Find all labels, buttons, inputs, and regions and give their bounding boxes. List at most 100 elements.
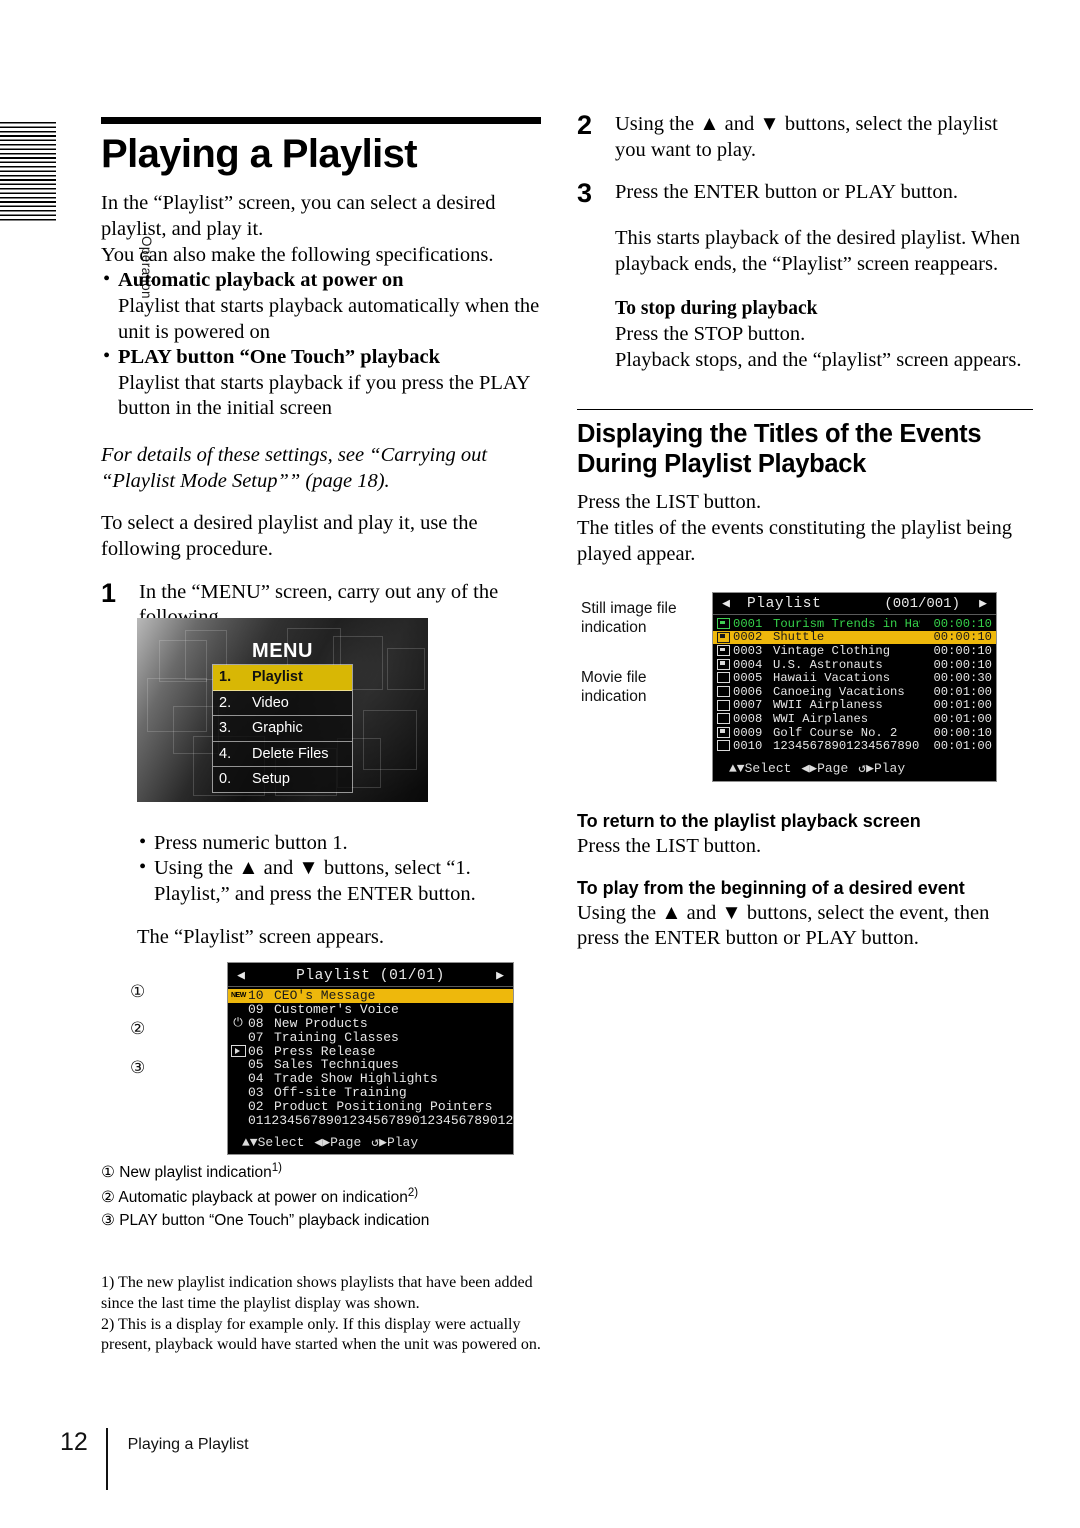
still-image-icon	[713, 617, 733, 631]
event-row[interactable]: 0009 Golf Course No. 2 00:00:10	[713, 726, 996, 740]
event-row-duration: 00:01:00	[933, 739, 992, 754]
prev-page-icon[interactable]: ◀	[713, 596, 739, 611]
playlist-row[interactable]: ⏻ 08 New Products	[228, 1016, 513, 1031]
event-row[interactable]: 0008 WWI Airplanes 00:01:00	[713, 712, 996, 726]
playlist-row-name: 123456789012345678901234567890123456	[263, 1112, 514, 1128]
page-footer: 12 Playing a Playlist	[60, 1428, 560, 1490]
menu-screen-figure: MENU 1. Playlist 2. Video 3. Graphic 4. …	[137, 618, 428, 802]
still-glyph	[716, 645, 730, 657]
footer-divider	[106, 1428, 108, 1490]
event-row[interactable]: 0004 U.S. Astronauts 00:00:10	[713, 658, 996, 672]
legend-item: ② Automatic playback at power on indicat…	[101, 1185, 541, 1210]
playlist-screen-title: Playlist (01/01)	[296, 967, 445, 984]
menu-item-setup[interactable]: 0. Setup	[213, 767, 352, 792]
legend-marker: ①	[101, 1164, 115, 1182]
intro-paragraph-2: You can also make the following specific…	[101, 243, 494, 266]
menu-item-playlist[interactable]: 1. Playlist	[213, 665, 352, 691]
event-row-duration: 00:01:00	[933, 698, 992, 713]
playlist-row[interactable]: 02 Product Positioning Pointers	[228, 1099, 513, 1114]
event-row-name: Canoeing Vacations	[773, 684, 905, 699]
event-row-number: 0001	[733, 616, 763, 631]
movie-file-icon	[713, 712, 733, 726]
footer-section-label: Playing a Playlist	[127, 1436, 249, 1453]
stop-text-2: Playback stops, and the “playlist” scree…	[615, 348, 1022, 371]
next-page-icon[interactable]: ▶	[970, 596, 996, 611]
event-row-duration: 00:00:30	[933, 671, 992, 686]
event-row[interactable]: 0007 WWII Airplaness 00:01:00	[713, 698, 996, 713]
still-image-icon	[713, 726, 733, 740]
power-on-playback-icon: ⏻	[233, 1016, 243, 1031]
legend-text: PLAY button “One Touch” playback indicat…	[119, 1211, 430, 1229]
menu-item-number: 0.	[219, 771, 232, 788]
event-row-list: 0001 Tourism Trends in Hawaii 00:00:10 0…	[713, 615, 996, 753]
step-3-result-text: This starts playback of the desired play…	[615, 227, 1020, 275]
playlist-row-number: 07	[248, 1029, 264, 1045]
event-row-number: 0004	[733, 657, 763, 672]
menu-item-graphic[interactable]: 3. Graphic	[213, 716, 352, 742]
still-glyph	[716, 658, 730, 670]
page-hint-label: Page	[330, 1135, 362, 1150]
movie-glyph	[716, 686, 730, 698]
return-text: Press the LIST button.	[577, 834, 762, 857]
step-1-result-text: The “Playlist” screen appears.	[137, 925, 385, 948]
menu-item-delete-files[interactable]: 4. Delete Files	[213, 741, 352, 767]
menu-item-number: 1.	[219, 669, 232, 686]
prev-page-icon[interactable]: ◀	[228, 968, 254, 983]
event-row-number: 0002	[733, 630, 763, 645]
next-page-icon[interactable]: ▶	[487, 968, 513, 983]
playlist-row[interactable]: 05 Sales Techniques	[228, 1057, 513, 1072]
playlist-screen-footer: ▲▼ Select ◀▶ Page ↺▶ Play	[228, 1135, 513, 1150]
legend-text: Automatic playback at power on indicatio…	[118, 1189, 408, 1207]
playlist-row-name: Off-site Training	[274, 1084, 407, 1100]
margin-stripe-decoration	[0, 122, 56, 222]
event-row-duration: 00:00:10	[933, 643, 992, 658]
event-row[interactable]: 0005 Hawaii Vacations 00:00:30	[713, 671, 996, 685]
menu-item-video[interactable]: 2. Video	[213, 690, 352, 716]
event-row-duration: 00:00:10	[933, 616, 992, 631]
menu-item-label: Playlist	[252, 669, 303, 686]
event-row[interactable]: 0003 Vintage Clothing 00:00:10	[713, 644, 996, 658]
movie-glyph	[716, 699, 730, 711]
movie-file-icon	[713, 739, 733, 753]
event-row-number: 0010	[733, 739, 763, 754]
still-image-icon	[713, 630, 733, 644]
event-row-number: 0009	[733, 725, 763, 740]
section-title: Displaying the Titles of the Events Duri…	[577, 420, 982, 479]
event-row[interactable]: 0006 Canoeing Vacations 00:01:00	[713, 685, 996, 699]
event-row[interactable]: 0001 Tourism Trends in Hawaii 00:00:10	[713, 617, 996, 631]
event-row[interactable]: 0010 123456789012345678901234 00:01:00	[713, 739, 996, 753]
play-from-beginning-heading: To play from the beginning of a desired …	[577, 878, 965, 899]
playlist-row[interactable]: NEW 10 CEO's Message	[228, 988, 513, 1004]
playlist-row[interactable]: 04 Trade Show Highlights	[228, 1071, 513, 1086]
playlist-row-list: NEW 10 CEO's Message 09 Customer's Voice…	[228, 987, 514, 1128]
playlist-row[interactable]: 06 Press Release	[228, 1043, 513, 1059]
playlist-row-name: Training Classes	[274, 1029, 399, 1045]
event-row-name: Tourism Trends in Hawaii	[773, 616, 920, 631]
movie-file-icon	[713, 698, 733, 712]
stop-text-1: Press the STOP button.	[615, 322, 806, 345]
playlist-row-name: CEO's Message	[274, 988, 376, 1004]
legend-text: New playlist indication	[119, 1164, 272, 1182]
spec-bullet-item: PLAY button “One Touch” playback Playlis…	[101, 344, 541, 422]
playlist-row[interactable]: 07 Training Classes	[228, 1029, 513, 1045]
intro-paragraph-1: In the “Playlist” screen, you can select…	[101, 192, 496, 241]
section-text-2: The titles of the events constituting th…	[577, 516, 1012, 565]
playlist-row-name: Press Release	[274, 1043, 376, 1059]
playlist-row[interactable]: 01 123456789012345678901234567890123456	[228, 1112, 514, 1128]
event-list-screen-figure: ◀ Playlist (001/001) ▶ 0001 Tourism Tren…	[712, 592, 997, 782]
spec-bullet-title: Automatic playback at power on	[118, 269, 404, 292]
spec-bullet-list: Automatic playback at power on Playlist …	[101, 267, 541, 422]
return-heading: To return to the playlist playback scree…	[577, 811, 921, 832]
step-3: 3 Press the ENTER button or PLAY button.	[577, 180, 1033, 207]
event-row-duration: 00:01:00	[933, 711, 992, 726]
menu-item-label: Graphic	[252, 720, 303, 737]
play-hint-label: Play	[386, 1135, 419, 1150]
event-screen-footer: ▲▼ Select ◀▶ Page ↺▶ Play	[713, 761, 996, 776]
italic-cross-reference: For details of these settings, see “Carr…	[101, 444, 488, 492]
playlist-row[interactable]: 09 Customer's Voice	[228, 1002, 513, 1017]
still-image-callout-label: Still image file indication	[581, 600, 677, 637]
new-badge-label: NEW	[231, 991, 246, 1001]
legend-item: ③ PLAY button “One Touch” playback indic…	[101, 1210, 541, 1232]
playlist-row[interactable]: 03 Off-site Training	[228, 1084, 513, 1100]
event-row[interactable]: 0002 Shuttle 00:00:10	[713, 630, 996, 645]
